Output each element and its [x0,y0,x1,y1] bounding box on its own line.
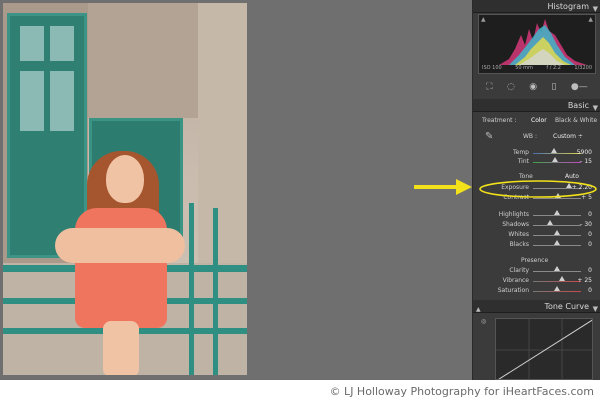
histogram-aperture: f / 2.2 [546,65,561,71]
arrow-annotation-icon [414,179,472,195]
collapse-triangle-icon[interactable]: ▼ [593,102,598,115]
tone-curve-header[interactable]: Tone Curve ▼ ▲ [473,300,600,313]
highlights-value[interactable]: 0 [588,211,592,218]
graduated-filter-icon[interactable]: ▯ [552,82,557,92]
tint-knob[interactable] [552,157,558,162]
histogram-header[interactable]: Histogram ▼ [473,0,600,13]
whites-label: Whites [508,231,529,238]
histogram-iso: ISO 100 [482,65,502,71]
histogram-title: Histogram [547,2,590,11]
vibrance-slider[interactable]: Vibrance + 25 [473,276,600,286]
tint-slider[interactable]: Tint – 15 [473,157,600,167]
crop-tool-icon[interactable]: ⛶ [486,82,492,92]
redeye-icon[interactable]: ◉ [529,82,537,92]
whites-slider[interactable]: Whites 0 [473,230,600,240]
copyright-text: © LJ Holloway Photography for iHeartFace… [329,385,594,398]
temp-knob[interactable] [551,148,557,153]
highlights-label: Highlights [498,211,529,218]
highlight-ellipse-icon [479,180,597,198]
tone-curve-title: Tone Curve [544,302,589,311]
treatment-bw-button[interactable]: Black & White [555,117,597,124]
vibrance-value[interactable]: + 25 [577,277,592,284]
tool-strip: ⛶ ◌ ◉ ▯ ●— [473,77,600,97]
shadows-value[interactable]: – 30 [579,221,592,228]
photo-door-left [7,13,87,258]
photo-preview[interactable] [3,3,247,375]
basic-title: Basic [567,101,589,110]
photo-door-pane [20,71,44,131]
photo-subject-legs [103,321,139,375]
treatment-label: Treatment : [482,117,517,124]
clarity-slider[interactable]: Clarity 0 [473,266,600,276]
temp-value[interactable]: 5900 [577,149,592,156]
presence-label: Presence [521,257,549,264]
photo-door-pane [50,26,74,61]
spot-removal-icon[interactable]: ◌ [507,82,515,92]
histogram-graph [479,19,587,65]
wb-select[interactable]: Custom ÷ [553,133,583,140]
blacks-label: Blacks [509,241,529,248]
lightroom-window: Histogram ▼ ▲ ▲ ISO 100 50 mm f / 2.2 1/… [0,0,600,380]
tone-curve-line [496,319,592,379]
wb-label: WB : [523,133,537,140]
photo-subject-dress [75,208,167,328]
blacks-value[interactable]: 0 [588,241,592,248]
photo-pillar [198,3,247,273]
shadows-label: Shadows [502,221,529,228]
saturation-value[interactable]: 0 [588,287,592,294]
clarity-value[interactable]: 0 [588,267,592,274]
presence-row: Presence [473,256,600,265]
whites-knob[interactable] [554,230,560,235]
photo-subject-face [106,155,144,203]
whites-value[interactable]: 0 [588,231,592,238]
photo-wall-middle [88,3,198,118]
eyedropper-icon[interactable]: ✎ [485,131,493,142]
treatment-row: Treatment : Color Black & White [473,116,600,126]
vibrance-knob[interactable] [559,276,565,281]
clarity-label: Clarity [509,267,529,274]
histogram-shutter: 1/3200 [574,65,592,71]
histogram-focal: 50 mm [515,65,533,71]
target-adjust-icon[interactable]: ◎ [481,318,486,325]
wb-row: ✎ WB : Custom ÷ [473,131,600,143]
clarity-knob[interactable] [554,266,560,271]
saturation-label: Saturation [497,287,529,294]
basic-header[interactable]: Basic ▼ [473,99,600,112]
panel-left-triangle-icon[interactable]: ▲ [476,303,481,316]
saturation-knob[interactable] [554,286,560,291]
shadows-knob[interactable] [547,220,553,225]
photo-railing-post [189,203,194,375]
highlights-knob[interactable] [554,210,560,215]
photo-door-pane [20,26,44,61]
histogram-display[interactable]: ▲ ▲ ISO 100 50 mm f / 2.2 1/3200 [478,14,596,74]
collapse-triangle-icon[interactable]: ▼ [593,303,598,316]
saturation-slider[interactable]: Saturation 0 [473,286,600,296]
photo-railing-post [213,208,218,375]
photo-subject-arms [55,228,185,263]
tint-value[interactable]: – 15 [579,158,592,165]
treatment-color-button[interactable]: Color [531,117,547,124]
highlights-slider[interactable]: Highlights 0 [473,210,600,220]
vibrance-label: Vibrance [502,277,529,284]
temp-label: Temp [513,149,529,156]
blacks-knob[interactable] [554,240,560,245]
shadows-slider[interactable]: Shadows – 30 [473,220,600,230]
blacks-slider[interactable]: Blacks 0 [473,240,600,250]
adjustment-brush-icon[interactable]: ●— [571,82,588,92]
right-panel: Histogram ▼ ▲ ▲ ISO 100 50 mm f / 2.2 1/… [472,0,600,380]
photo-door-pane [50,71,74,131]
tint-label: Tint [517,158,529,165]
tone-curve-graph[interactable] [495,318,593,380]
